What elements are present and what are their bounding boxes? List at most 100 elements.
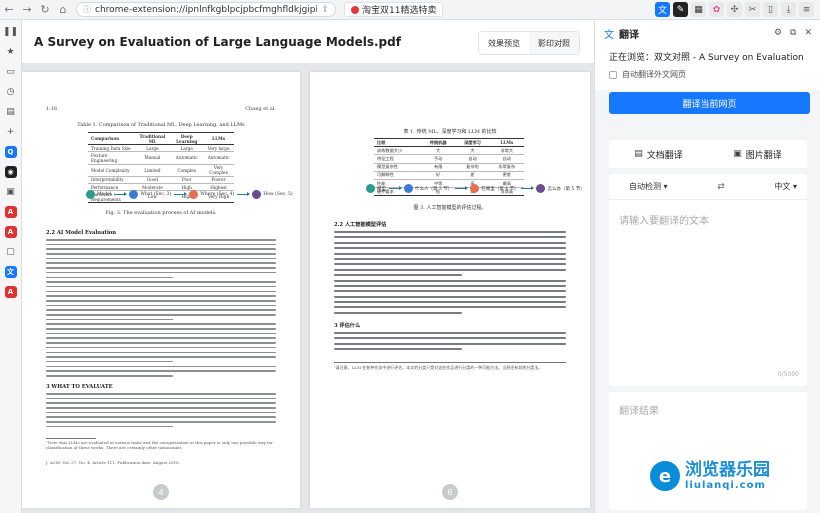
table-row: 模型复杂性 有限 复杂的 非常复杂 — [374, 163, 524, 172]
table-row: Training Data Size Large Large Very large — [88, 144, 234, 153]
taobao-icon — [351, 5, 359, 14]
history-icon[interactable]: ◷ — [5, 86, 17, 98]
sidebar-collapse-icon[interactable]: ❚❚ — [3, 26, 18, 38]
tab-image-translate[interactable]: ▣ 图片翻译 — [708, 140, 807, 168]
body-text — [46, 393, 276, 431]
text-line — [46, 416, 276, 419]
table-cell: Automatic — [170, 151, 204, 165]
address-bar[interactable]: ⓘ chrome-extension://ipnlnfkgblpcjpbcfmg… — [76, 2, 336, 17]
flow-node-icon — [129, 190, 139, 199]
folder-icon[interactable]: ▭ — [5, 66, 17, 78]
doc-tab-label: 文档翻译 — [646, 150, 683, 161]
table-cell: 非常大 — [489, 146, 524, 156]
share-icon[interactable]: ⇪ — [317, 5, 329, 15]
docs-app-icon[interactable]: ▣ — [5, 186, 17, 198]
document-icon: ▤ — [634, 149, 643, 159]
table-header-cell: LLMs — [489, 137, 524, 148]
text-line — [334, 332, 566, 334]
pdf-page-original: 1:16 Chang et al. Table 1. Comparison of… — [22, 72, 300, 508]
panel-header: 文 翻译 ⚙ ⧉ ✕ — [595, 20, 820, 46]
tab-side-by-side[interactable]: 影印对照 — [529, 32, 579, 54]
table-cell: 自动 — [455, 154, 490, 164]
image-tab-label: 图片翻译 — [745, 150, 782, 161]
swap-languages-icon[interactable]: ⇄ — [717, 182, 725, 192]
text-line — [46, 239, 276, 241]
flow-node-icon — [536, 184, 546, 193]
target-language-value: 中文 — [774, 182, 791, 191]
dark-app-icon[interactable]: ◉ — [4, 166, 17, 178]
text-line — [46, 365, 276, 368]
cut-extension-icon[interactable]: ✂ — [745, 2, 760, 17]
pdf-app-icon-3[interactable]: A — [4, 286, 17, 298]
color-extension-icon[interactable]: ✿ — [709, 2, 724, 17]
flow-node: How (Sec. 5) — [252, 190, 293, 199]
auto-translate-checkbox[interactable] — [609, 70, 617, 79]
menu-icon[interactable]: ≡ — [799, 2, 814, 17]
add-icon[interactable]: + — [5, 126, 17, 138]
table-header-cell: Deep Learning — [170, 131, 204, 146]
flow-node-label: What (Sec. 3) — [140, 192, 172, 197]
auto-translate-label: 自动翻译外文网页 — [622, 70, 686, 79]
current-site-text: 正在浏览：双文对照 - A Survey on Evaluation of L.… — [609, 53, 806, 63]
table-cell: Large — [134, 144, 171, 153]
text-line — [46, 393, 276, 395]
text-line — [334, 241, 566, 244]
bookmark-taobao[interactable]: 淘宝双11精选特卖 — [344, 2, 444, 17]
grid-extension-icon[interactable]: ▦ — [691, 2, 706, 17]
table-header-cell: Comparison — [88, 131, 135, 146]
sidebar-toggle-icon[interactable]: ▯ — [763, 2, 778, 17]
text-line — [334, 348, 462, 351]
settings-icon[interactable]: ⚙ — [774, 28, 782, 38]
back-icon[interactable]: ← — [0, 1, 18, 19]
text-line — [46, 370, 276, 372]
text-line — [46, 402, 276, 404]
downloads-icon[interactable]: ⤓ — [781, 2, 796, 17]
page-info-icon: ⓘ — [83, 5, 91, 14]
forward-icon[interactable]: → — [18, 1, 36, 19]
close-icon[interactable]: ✕ — [804, 28, 812, 38]
text-line — [46, 295, 276, 297]
translate-page-button[interactable]: 翻译当前网页 — [609, 92, 810, 114]
running-header-right: Chang et al. — [245, 106, 276, 112]
translate-app-icon[interactable]: 文 — [4, 266, 17, 278]
ai-extension-icon[interactable]: ✎ — [673, 2, 688, 17]
translate-mode-tabs: ▤ 文档翻译 ▣ 图片翻译 — [609, 140, 807, 168]
journal-footer: J. ACM, Vol. 37, No. 4, Article 111. Pub… — [46, 460, 180, 465]
search-app-icon[interactable]: Q — [4, 146, 17, 158]
text-line — [46, 314, 276, 316]
table-cell: Very large — [203, 144, 234, 153]
text-line — [46, 281, 276, 283]
auto-translate-option[interactable]: 自动翻译外文网页 — [609, 69, 806, 80]
flow-node: 怎么办（第 5 节） — [536, 184, 585, 193]
footnote: ¹请注意，LLM 在各种任务中进行评估，本文的分类只是对这些作品进行分类的一种可… — [334, 365, 543, 370]
text-line — [46, 421, 276, 423]
table-row: Feature Engineering Manual Automatic Automa… — [88, 151, 234, 165]
flow-node-icon — [86, 190, 95, 199]
source-language-value: 自动检测 — [629, 182, 661, 191]
target-language-select[interactable]: 中文 ▾ — [774, 181, 797, 192]
table-cell: 更差 — [489, 171, 524, 180]
body-text — [334, 332, 566, 354]
pdf-app-icon-2[interactable]: A — [4, 226, 17, 238]
view-mode-toggle: 效果预览 影印对照 — [478, 31, 580, 55]
notes-icon[interactable]: ▤ — [5, 106, 17, 118]
puzzle-extension-icon[interactable]: ✣ — [727, 2, 742, 17]
source-language-select[interactable]: 自动检测 ▾ — [629, 181, 668, 192]
flow-node: Model — [86, 190, 111, 199]
pdf-app-icon[interactable]: A — [4, 206, 17, 218]
home-icon[interactable]: ⌂ — [54, 1, 72, 19]
text-line — [334, 236, 566, 239]
translate-extension-icon[interactable]: 文 — [655, 2, 670, 17]
text-line — [334, 284, 566, 287]
source-text-input[interactable]: 请输入要翻译的文本 — [609, 200, 807, 239]
tab-document-translate[interactable]: ▤ 文档翻译 — [609, 140, 708, 168]
favorites-icon[interactable]: ★ — [5, 46, 17, 58]
url-text: chrome-extension://ipnlnfkgblpcjpbcfmghf… — [95, 4, 318, 15]
tab-preview[interactable]: 效果预览 — [479, 32, 529, 54]
pin-icon[interactable]: ⧉ — [790, 28, 796, 38]
flow-arrow — [521, 186, 535, 190]
browser-toolbar: ← → ↻ ⌂ ⓘ chrome-extension://ipnlnfkgblp… — [0, 0, 820, 20]
window-app-icon[interactable]: ▢ — [5, 246, 17, 258]
text-line — [46, 411, 276, 414]
reload-icon[interactable]: ↻ — [36, 1, 54, 19]
